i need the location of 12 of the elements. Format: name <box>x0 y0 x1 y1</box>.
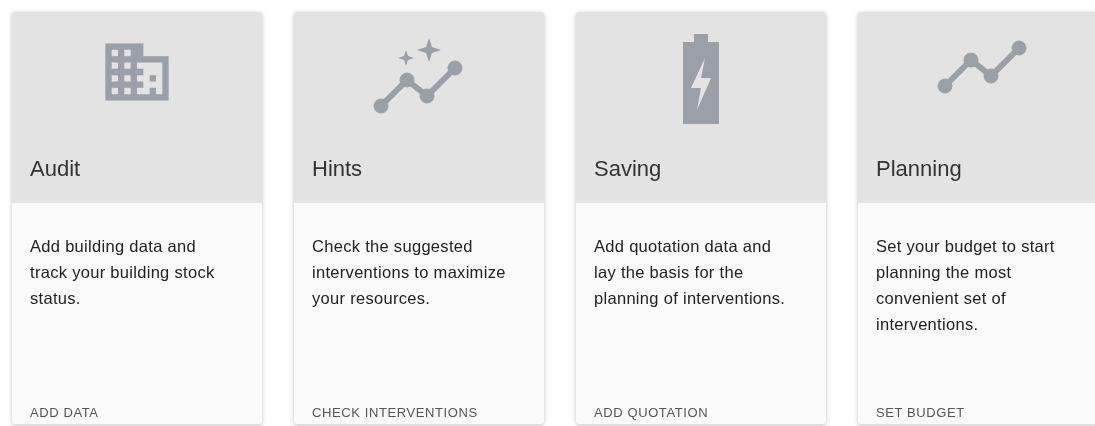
card-description: Check the suggested interventions to maximize your resources. <box>312 236 507 309</box>
action-button[interactable]: ADD DATA <box>30 402 99 422</box>
action-button[interactable]: ADD QUOTATION <box>594 402 709 422</box>
card-title: Audit <box>30 155 82 183</box>
card-title: Planning <box>876 155 963 183</box>
card-description: Add building data and track your building stock status. <box>30 236 216 309</box>
action-button[interactable]: CHECK INTERVENTIONS <box>312 402 478 422</box>
card-description: Set your budget to start planning the most convenient set of interventions. <box>876 236 1056 335</box>
action-button[interactable]: SET BUDGET <box>876 402 965 422</box>
card-title: Hints <box>312 155 364 183</box>
card-title: Saving <box>594 155 663 183</box>
card-description: Add quotation data and lay the basis for the planning of interventions. <box>594 236 787 309</box>
